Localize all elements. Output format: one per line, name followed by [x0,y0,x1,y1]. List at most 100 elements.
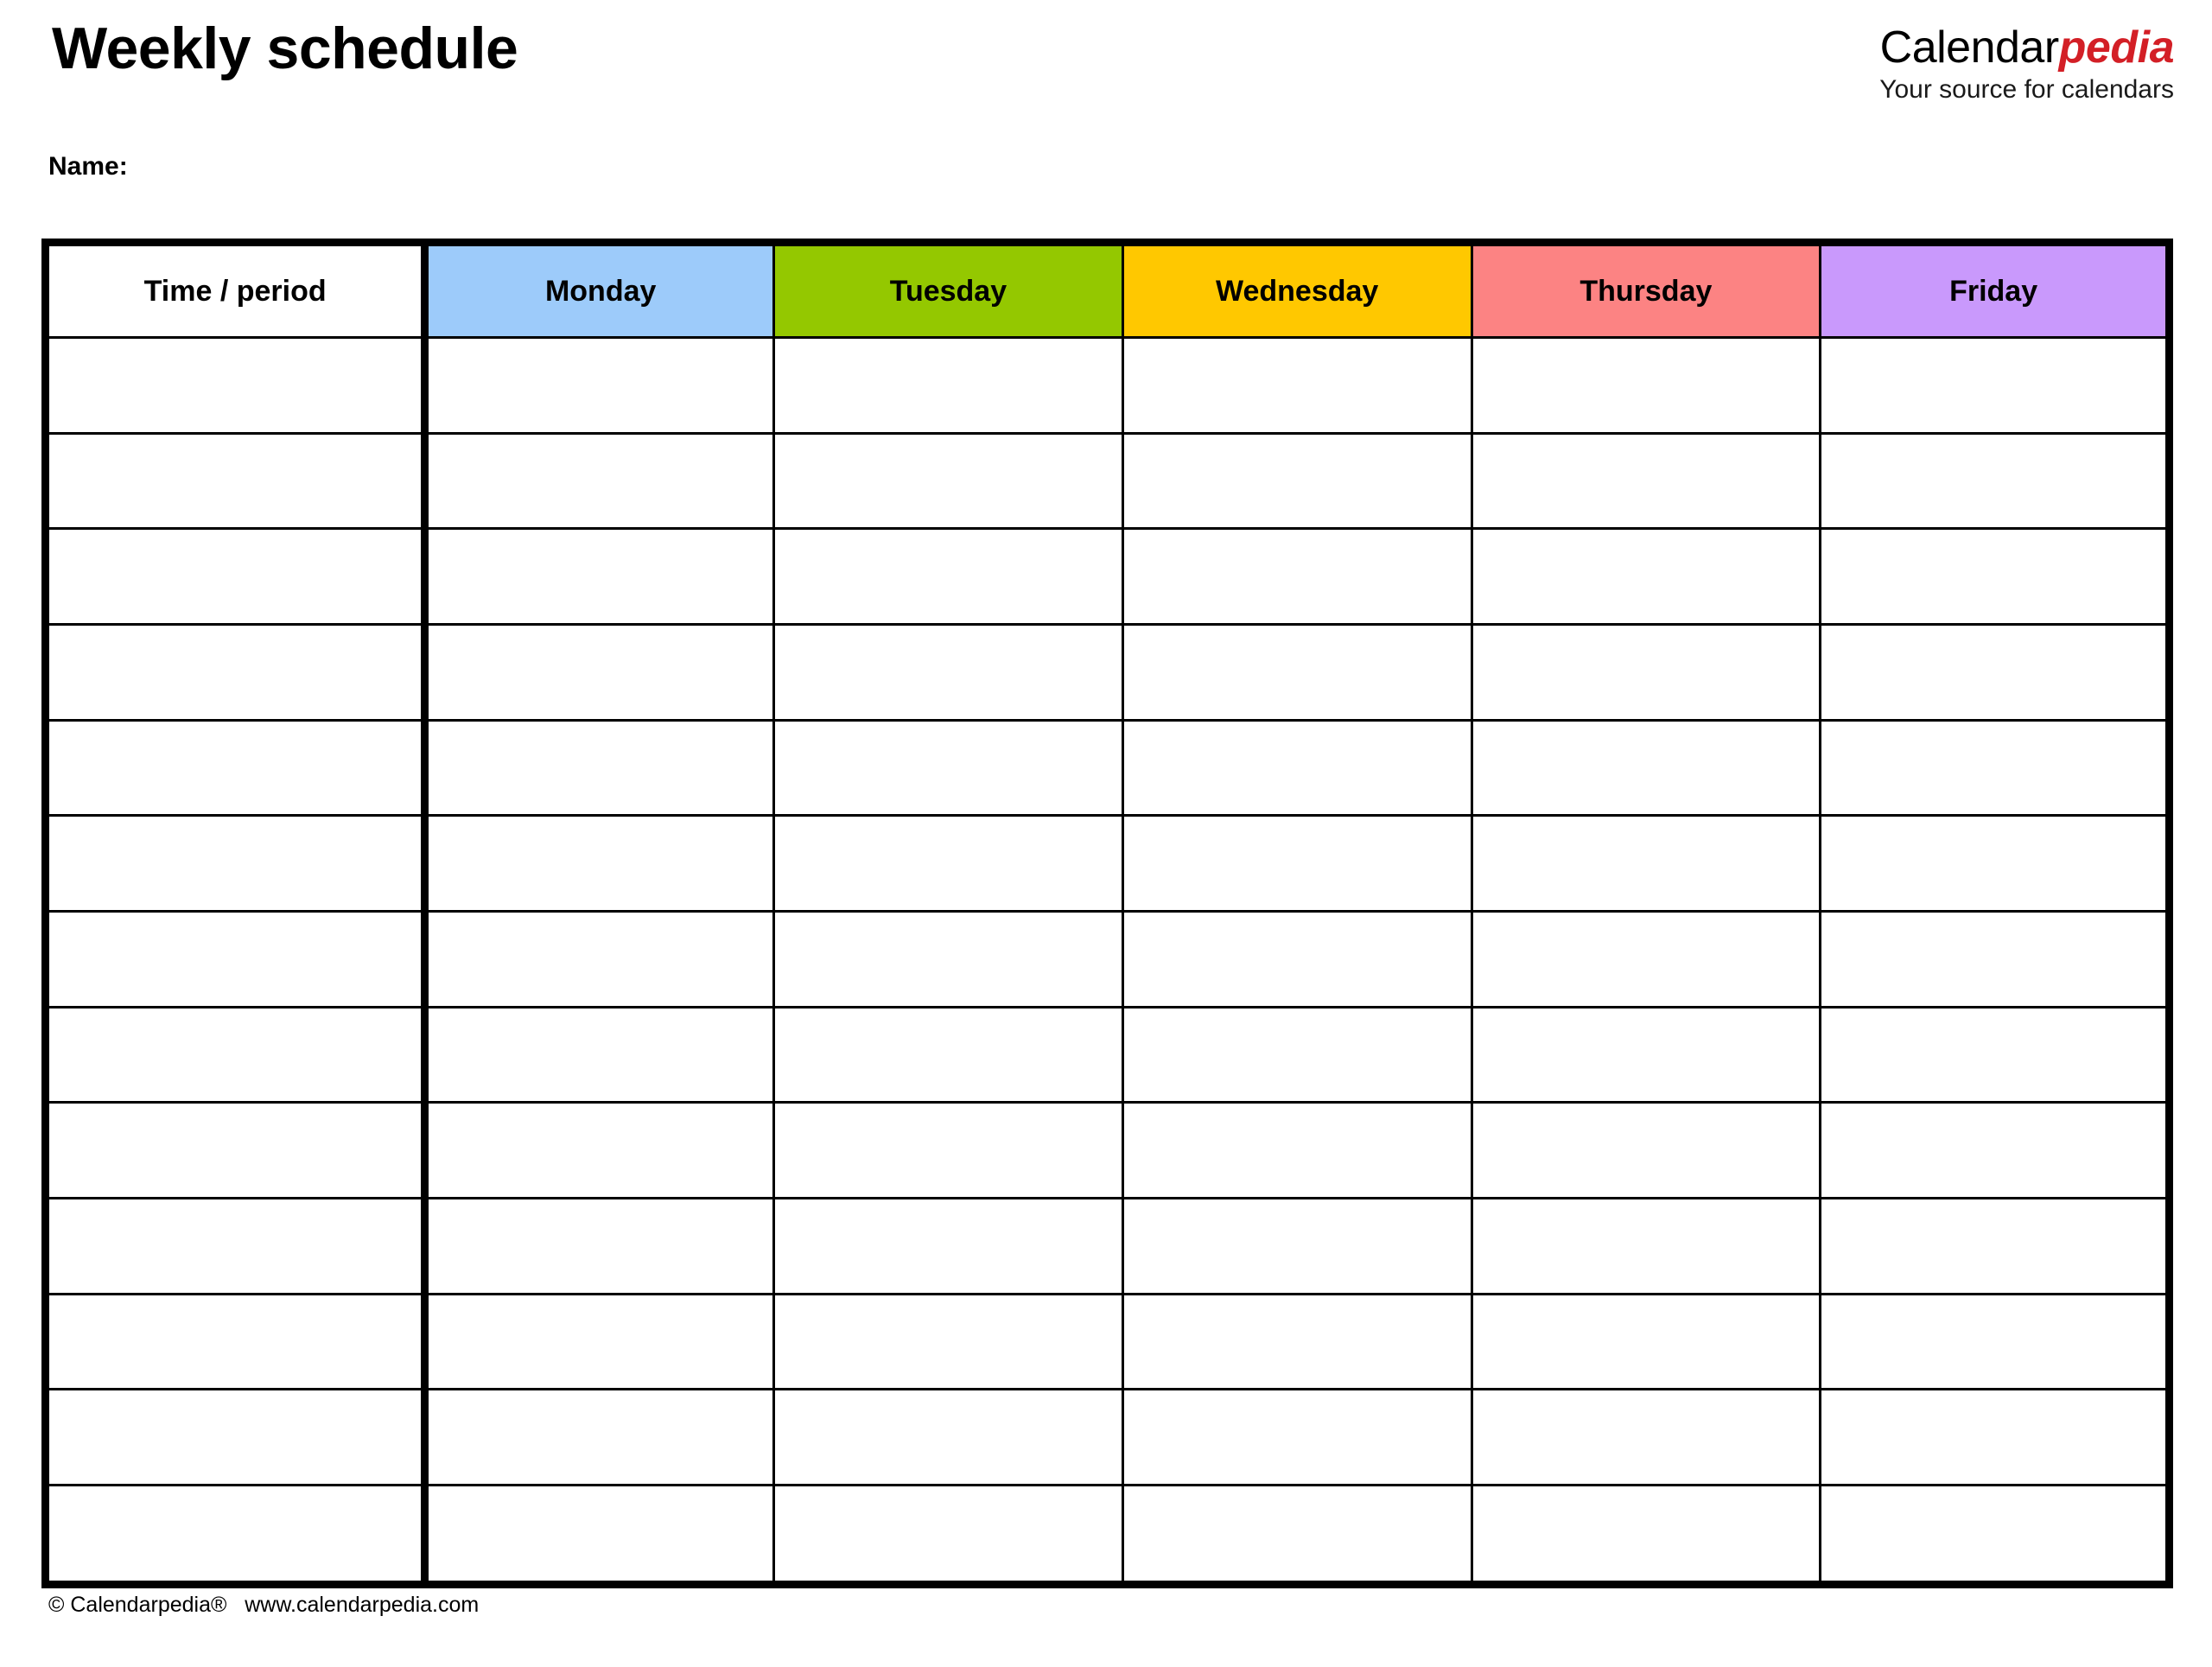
schedule-header-row-group: Time / period Monday Tuesday Wednesday Thurs… [43,241,2171,339]
schedule-entry-cell[interactable] [772,814,1124,913]
column-header-tuesday: Tuesday [772,241,1124,339]
schedule-entry-cell[interactable] [1470,1388,1822,1487]
schedule-entry-cell[interactable] [423,814,776,913]
time-period-cell[interactable] [43,910,429,1008]
time-period-cell[interactable] [43,1005,429,1104]
schedule-entry-cell[interactable] [1819,1292,2171,1391]
schedule-entry-cell[interactable] [1819,718,2171,818]
schedule-entry-cell[interactable] [772,1292,1124,1391]
schedule-entry-cell[interactable] [1470,431,1822,531]
time-period-cell[interactable] [43,718,429,818]
schedule-entry-cell[interactable] [1470,623,1822,722]
schedule-entry-cell[interactable] [1470,527,1822,627]
weekly-schedule-table-container: Time / period Monday Tuesday Wednesday Thurs… [41,239,2173,1588]
schedule-entry-cell[interactable] [1121,910,1473,1008]
schedule-entry-cell[interactable] [1121,814,1473,913]
schedule-entry-cell[interactable] [423,910,776,1008]
time-period-cell[interactable] [43,527,429,627]
schedule-row [43,623,2171,722]
schedule-entry-cell[interactable] [1121,527,1473,627]
schedule-row [43,527,2171,627]
schedule-entry-cell[interactable] [1819,910,2171,1008]
schedule-entry-cell[interactable] [1470,910,1822,1008]
schedule-entry-cell[interactable] [772,1101,1124,1200]
brand-wordmark: Calendarpedia [1879,22,2175,73]
schedule-row [43,1292,2171,1391]
schedule-entry-cell[interactable] [1121,1292,1473,1391]
schedule-entry-cell[interactable] [1121,431,1473,531]
schedule-entry-cell[interactable] [1819,623,2171,722]
schedule-entry-cell[interactable] [1470,1197,1822,1295]
schedule-entry-cell[interactable] [772,1484,1124,1585]
schedule-entry-cell[interactable] [1470,1484,1822,1585]
schedule-entry-cell[interactable] [423,431,776,531]
brand-wordmark-primary: Calendar [1879,22,2060,73]
schedule-row [43,1484,2171,1585]
schedule-entry-cell[interactable] [423,527,776,627]
brand-wordmark-accent: pedia [2058,22,2175,73]
schedule-entry-cell[interactable] [772,527,1124,627]
schedule-entry-cell[interactable] [1819,814,2171,913]
schedule-entry-cell[interactable] [1121,336,1473,435]
time-period-cell[interactable] [43,1197,429,1295]
schedule-entry-cell[interactable] [772,623,1124,722]
schedule-entry-cell[interactable] [423,623,776,722]
schedule-entry-cell[interactable] [423,1005,776,1104]
schedule-row [43,431,2171,531]
schedule-entry-cell[interactable] [1470,718,1822,818]
schedule-entry-cell[interactable] [1819,431,2171,531]
schedule-entry-cell[interactable] [772,718,1124,818]
time-period-cell[interactable] [43,814,429,913]
schedule-row [43,1101,2171,1200]
schedule-entry-cell[interactable] [772,1388,1124,1487]
time-period-cell[interactable] [43,623,429,722]
schedule-entry-cell[interactable] [1470,1101,1822,1200]
schedule-entry-cell[interactable] [1121,718,1473,818]
schedule-entry-cell[interactable] [1121,1005,1473,1104]
time-period-cell[interactable] [43,1292,429,1391]
schedule-entry-cell[interactable] [1470,814,1822,913]
schedule-entry-cell[interactable] [1819,1101,2171,1200]
time-period-cell[interactable] [43,431,429,531]
schedule-entry-cell[interactable] [423,1484,776,1585]
schedule-row [43,336,2171,435]
schedule-entry-cell[interactable] [1819,336,2171,435]
schedule-entry-cell[interactable] [1121,1197,1473,1295]
time-period-cell[interactable] [43,1388,429,1487]
schedule-entry-cell[interactable] [772,910,1124,1008]
schedule-entry-cell[interactable] [423,718,776,818]
schedule-entry-cell[interactable] [1121,1484,1473,1585]
schedule-entry-cell[interactable] [423,336,776,435]
schedule-row [43,910,2171,1008]
schedule-entry-cell[interactable] [1121,1101,1473,1200]
schedule-entry-cell[interactable] [1819,1005,2171,1104]
column-header-friday: Friday [1819,241,2171,339]
column-header-time-period: Time / period [43,241,429,339]
schedule-entry-cell[interactable] [772,1197,1124,1295]
time-period-cell[interactable] [43,1101,429,1200]
schedule-entry-cell[interactable] [1121,623,1473,722]
schedule-entry-cell[interactable] [423,1197,776,1295]
column-header-monday: Monday [423,241,776,339]
schedule-entry-cell[interactable] [1819,1388,2171,1487]
schedule-entry-cell[interactable] [772,431,1124,531]
time-period-cell[interactable] [43,1484,429,1585]
schedule-entry-cell[interactable] [1819,1484,2171,1585]
name-field-label: Name: [48,152,128,181]
schedule-entry-cell[interactable] [772,336,1124,435]
schedule-entry-cell[interactable] [423,1101,776,1200]
page-title: Weekly schedule [52,16,518,81]
calendarpedia-logo: Calendarpedia Your source for calendars [1879,24,2174,103]
schedule-entry-cell[interactable] [1470,336,1822,435]
schedule-entry-cell[interactable] [423,1292,776,1391]
schedule-entry-cell[interactable] [1470,1005,1822,1104]
footer-copyright: © Calendarpedia® www.calendarpedia.com [48,1593,480,1617]
schedule-entry-cell[interactable] [1819,527,2171,627]
page-header: Weekly schedule Name: Calendarpedia Your… [0,0,2212,239]
schedule-entry-cell[interactable] [423,1388,776,1487]
schedule-entry-cell[interactable] [1121,1388,1473,1487]
schedule-entry-cell[interactable] [1470,1292,1822,1391]
time-period-cell[interactable] [43,336,429,435]
schedule-entry-cell[interactable] [772,1005,1124,1104]
schedule-entry-cell[interactable] [1819,1197,2171,1295]
